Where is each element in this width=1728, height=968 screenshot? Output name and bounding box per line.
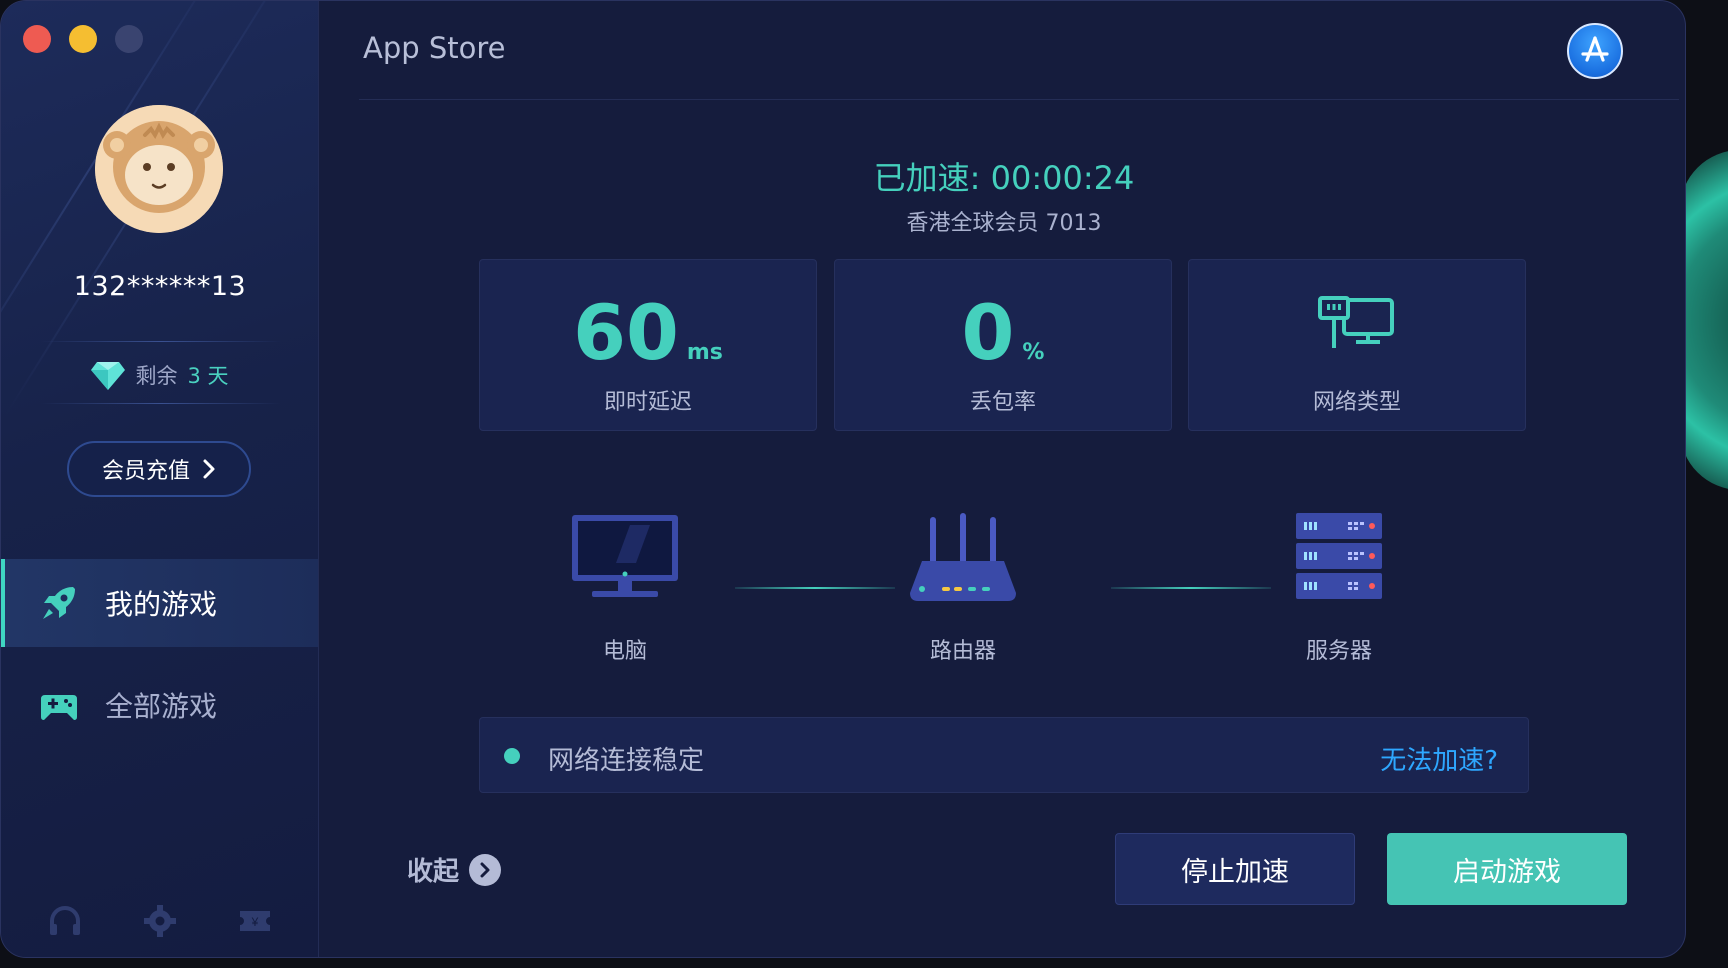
network-type-label: 网络类型 [1312, 390, 1401, 415]
cannot-accelerate-link[interactable]: 无法加速? [1380, 740, 1498, 777]
recharge-button[interactable]: 会员充值 [67, 441, 251, 497]
diamond-icon [91, 362, 126, 390]
latency-value: 60 ms [480, 288, 816, 377]
packet-loss-label: 丢包率 [969, 390, 1036, 415]
sidebar: 132******13 剩余 3 天 会员充值 我的游戏 全部游戏 ¥ [1, 1, 319, 957]
packet-loss-number: 0 [961, 288, 1015, 377]
username: 132******13 [73, 271, 247, 302]
divider [41, 341, 281, 342]
latency-number: 60 [573, 288, 679, 377]
main-panel: App Store 已加速: 00:00:24 香港全球会员 7013 60 ms… [319, 1, 1685, 957]
avatar[interactable] [95, 105, 223, 233]
monkey-avatar-icon [95, 105, 223, 233]
device-server: 服务器 [1269, 511, 1409, 664]
minimize-window-button[interactable] [69, 25, 97, 53]
latency-unit: ms [686, 340, 723, 365]
packet-loss-card: 0% 丢包率 [834, 259, 1172, 431]
remaining-label: 剩余 [135, 364, 178, 388]
latency-label: 即时延迟 [603, 390, 692, 415]
latency-card: 60 ms 即时延迟 [479, 259, 817, 431]
gamepad-icon [41, 695, 77, 720]
nav-label: 全部游戏 [105, 690, 218, 723]
connection-status-bar: 网络连接稳定 无法加速? [479, 717, 1529, 793]
connection-line [735, 587, 895, 589]
device-router: 路由器 [893, 511, 1033, 664]
router-icon [910, 513, 1016, 601]
membership-remaining: 剩余 3 天 [1, 357, 318, 393]
server-icon [1296, 513, 1382, 599]
collapse-button[interactable]: 收起 [407, 851, 502, 888]
network-type-card: 网络类型 [1188, 259, 1526, 431]
device-label: 电脑 [602, 639, 647, 664]
status-indicator-dot [504, 748, 520, 764]
wired-network-icon [1318, 296, 1394, 348]
nav-item-all-games[interactable]: 全部游戏 [1, 661, 318, 749]
rocket-icon [43, 587, 75, 619]
header-divider [359, 99, 1679, 100]
game-title: App Store [363, 31, 506, 65]
device-computer: 电脑 [555, 511, 695, 664]
collapse-label: 收起 [407, 857, 460, 887]
server-node: 香港全球会员 7013 [906, 211, 1102, 236]
gear-icon[interactable] [142, 903, 178, 939]
accelerated-timer: 已加速: 00:00:24 [873, 159, 1135, 197]
chevron-right-circle-icon [469, 853, 502, 886]
nav-label: 我的游戏 [105, 588, 218, 621]
remaining-value: 3 天 [187, 364, 229, 388]
status-text: 网络连接稳定 [548, 746, 705, 776]
zoom-window-button[interactable] [115, 25, 143, 53]
device-label: 服务器 [1305, 639, 1372, 664]
app-store-icon [1567, 23, 1623, 79]
app-store-glyph-icon [1581, 36, 1609, 62]
app-window: 132******13 剩余 3 天 会员充值 我的游戏 全部游戏 ¥ App … [0, 0, 1686, 958]
sidebar-footer: ¥ [1, 901, 318, 941]
svg-text:¥: ¥ [251, 915, 259, 929]
chevron-right-icon [203, 459, 215, 479]
nav-item-my-games[interactable]: 我的游戏 [1, 559, 318, 647]
packet-loss-value: 0% [835, 288, 1171, 377]
recharge-label: 会员充值 [101, 459, 190, 484]
stop-acceleration-button[interactable]: 停止加速 [1115, 833, 1355, 905]
computer-icon [572, 515, 678, 597]
packet-loss-unit: % [1022, 340, 1045, 365]
close-window-button[interactable] [23, 25, 51, 53]
connection-line [1111, 587, 1271, 589]
ticket-icon[interactable]: ¥ [237, 903, 273, 939]
device-label: 路由器 [929, 639, 996, 664]
launch-game-button[interactable]: 启动游戏 [1387, 833, 1627, 905]
divider [41, 403, 281, 404]
desktop-backdrop [1680, 150, 1728, 490]
headset-icon[interactable] [47, 903, 83, 939]
